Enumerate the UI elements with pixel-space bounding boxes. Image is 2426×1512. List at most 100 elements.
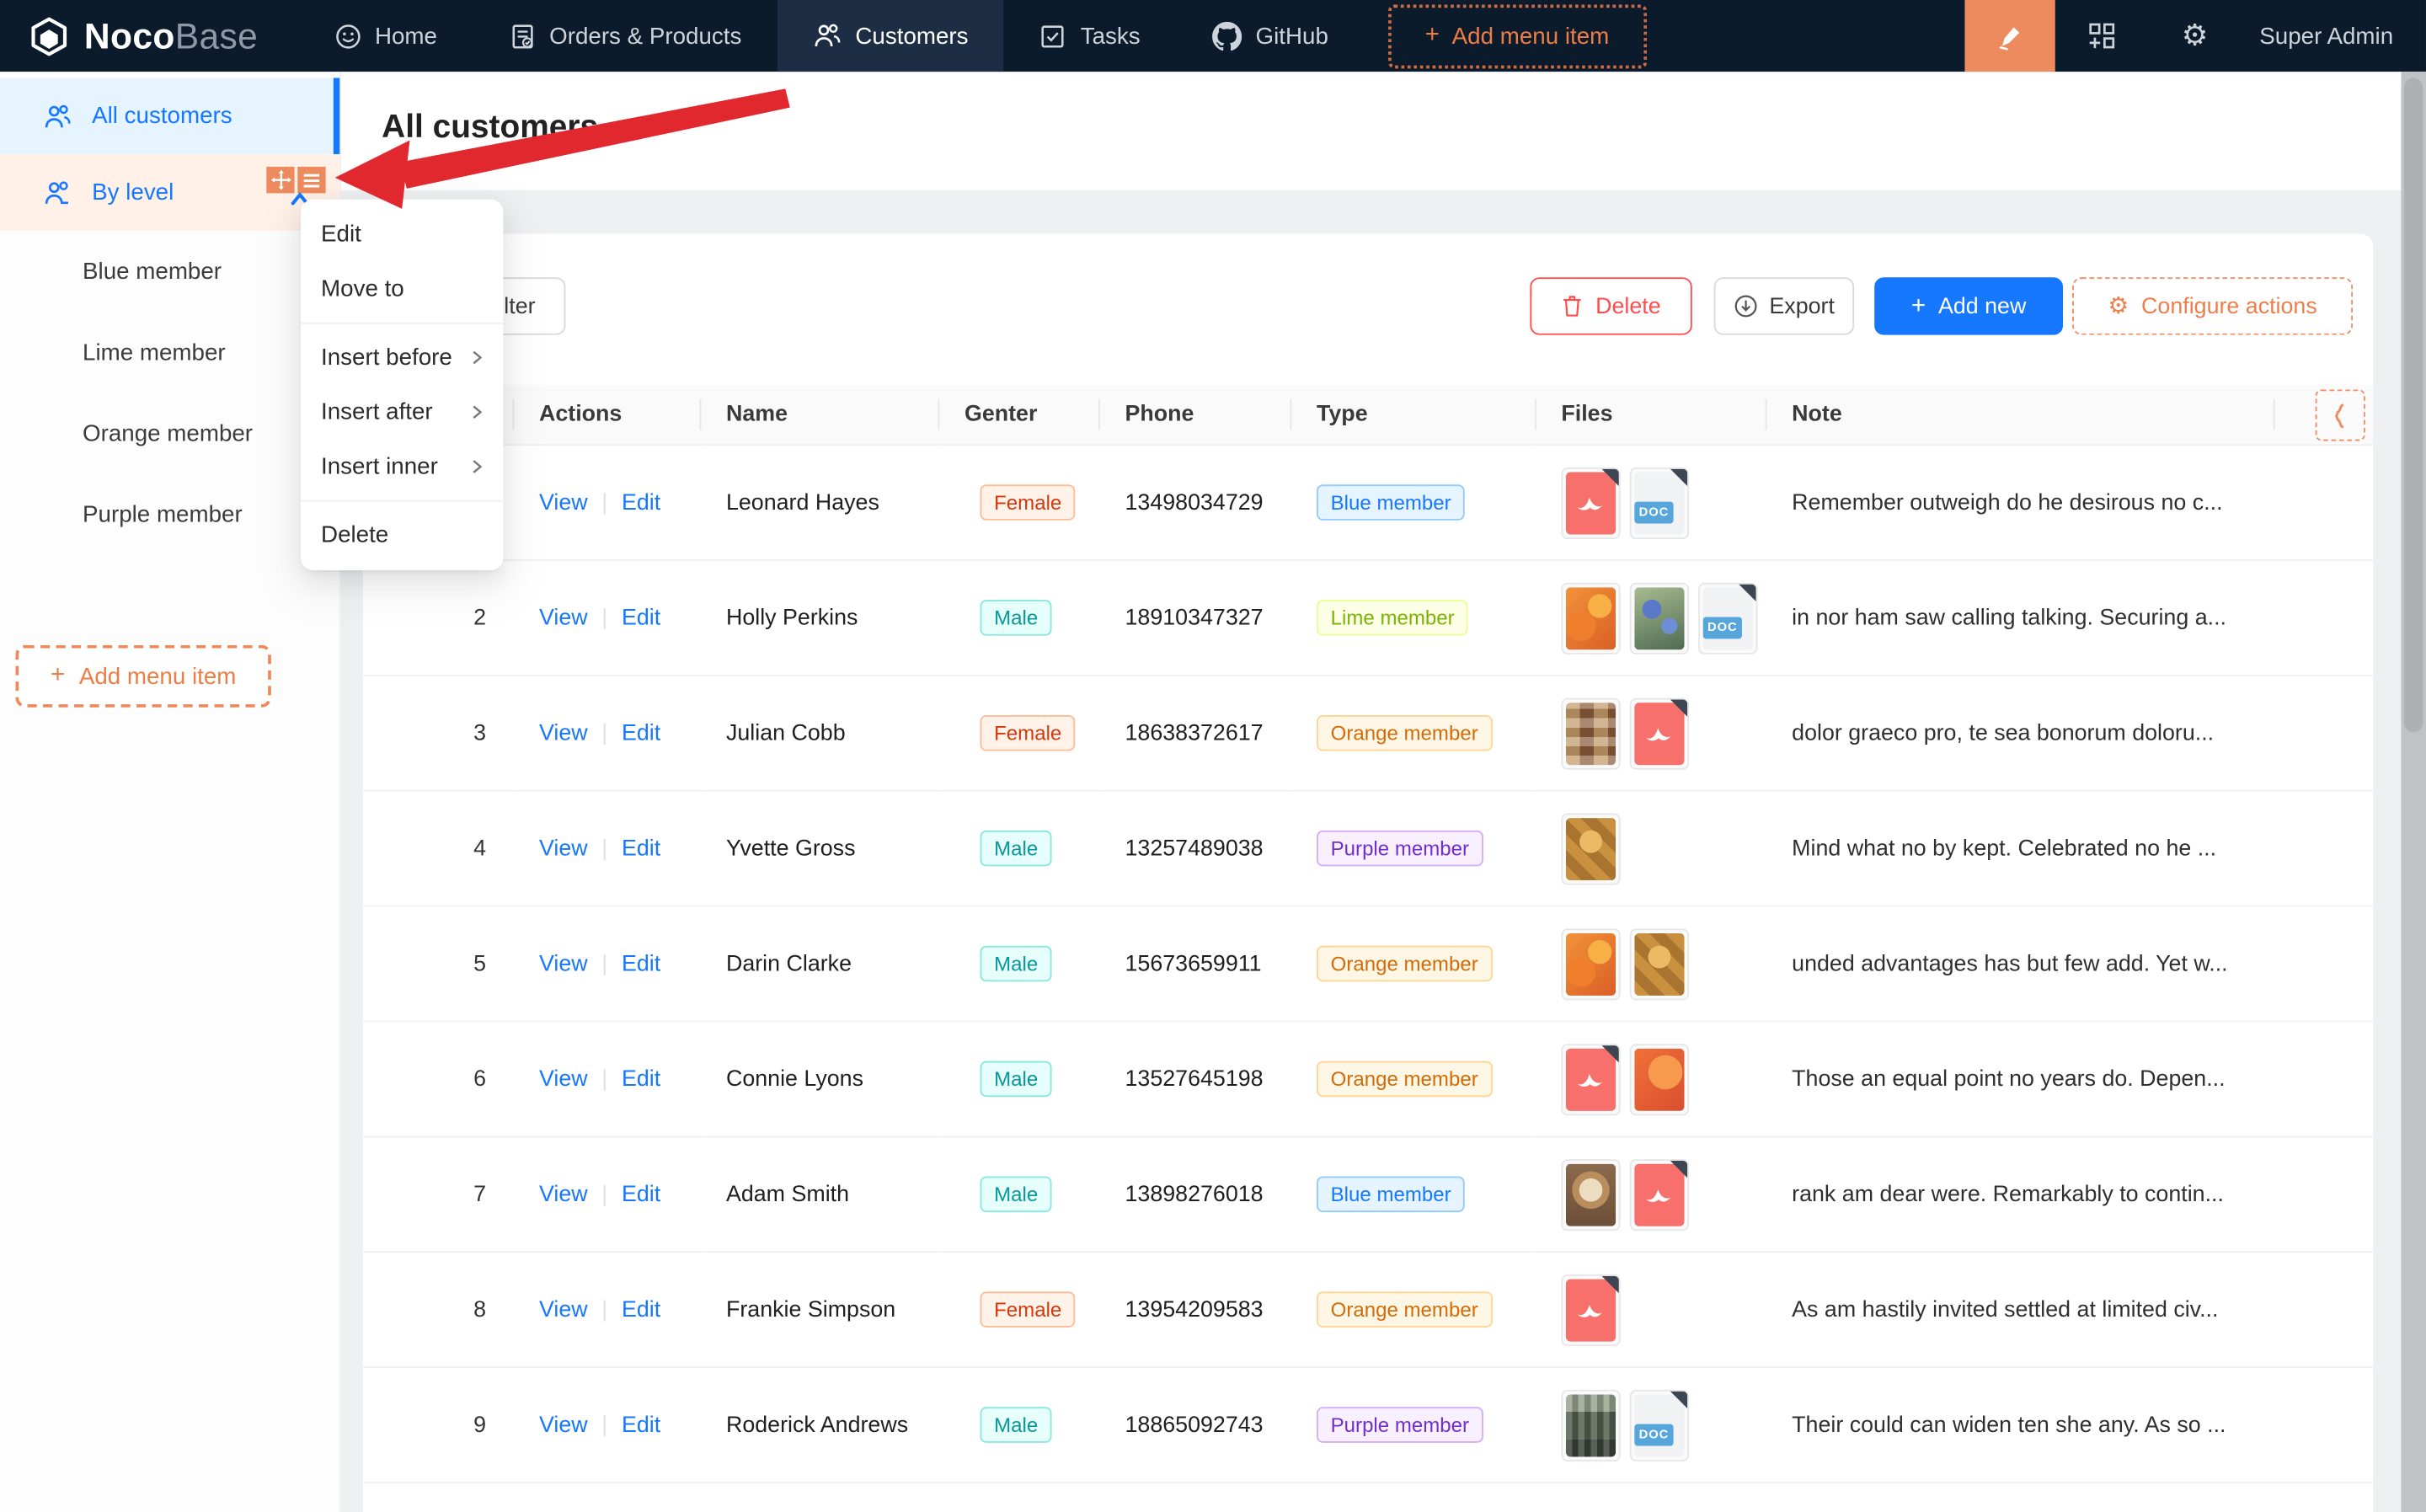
files-cell: [1561, 813, 1766, 884]
table-row[interactable]: 2 View|Edit Holly Perkins Male 189103473…: [363, 560, 2373, 676]
configure-actions-button[interactable]: ⚙ Configure actions: [2072, 277, 2353, 334]
pdf-file-icon[interactable]: [1630, 1158, 1689, 1230]
customer-phone: 13257489038: [1100, 791, 1292, 906]
doc-file-icon[interactable]: DOC: [1630, 1389, 1689, 1461]
pdf-file-icon[interactable]: [1561, 1274, 1620, 1345]
doc-badge: DOC: [1634, 1424, 1673, 1445]
col-header-files[interactable]: Files: [1536, 385, 1767, 445]
table-row[interactable]: 7 View|Edit Adam Smith Male 13898276018 …: [363, 1136, 2373, 1252]
table-row[interactable]: 5 View|Edit Darin Clarke Male 1567365991…: [363, 906, 2373, 1022]
doc-file-icon[interactable]: DOC: [1698, 582, 1757, 654]
sidebar-item-all-customers[interactable]: All customers: [0, 77, 339, 154]
col-header-name[interactable]: Name: [701, 385, 939, 445]
edit-link[interactable]: Edit: [622, 951, 660, 976]
image-thumbnail[interactable]: [1561, 813, 1620, 884]
user-menu[interactable]: Super Admin: [2241, 23, 2426, 49]
menu-item-insert-after[interactable]: Insert after: [301, 385, 503, 440]
menu-item-insert-before[interactable]: Insert before: [301, 330, 503, 385]
page-scrollbar[interactable]: [2401, 72, 2426, 1512]
view-link[interactable]: View: [539, 490, 588, 516]
nocobase-logo[interactable]: NocoBase: [0, 15, 258, 57]
type-tag: Lime member: [1317, 600, 1468, 636]
menu-item-insert-inner[interactable]: Insert inner: [301, 440, 503, 494]
menu-item-edit[interactable]: Edit: [301, 207, 503, 262]
github-icon: [1212, 21, 1242, 51]
table-row[interactable]: 9 View|Edit Roderick Andrews Male 188650…: [363, 1367, 2373, 1483]
table-row[interactable]: 1 View|Edit Leonard Hayes Female 1349803…: [363, 445, 2373, 560]
files-cell: DOC: [1561, 1389, 1766, 1461]
navbar-add-menu-item-button[interactable]: + Add menu item: [1387, 4, 1646, 68]
view-link[interactable]: View: [539, 1182, 588, 1207]
sidebar-item-orange-member[interactable]: Orange member: [0, 393, 339, 473]
col-header-type[interactable]: Type: [1291, 385, 1536, 445]
col-header-gender[interactable]: Genter: [939, 385, 1100, 445]
nav-item-customers[interactable]: Customers: [777, 0, 1004, 72]
edit-link[interactable]: Edit: [622, 1413, 660, 1438]
view-link[interactable]: View: [539, 606, 588, 631]
view-link[interactable]: View: [539, 1413, 588, 1438]
menu-item-move-to[interactable]: Move to: [301, 262, 503, 317]
customer-name: Leonard Hayes: [701, 445, 939, 560]
table-row[interactable]: 3 View|Edit Julian Cobb Female 186383726…: [363, 676, 2373, 791]
col-header-phone[interactable]: Phone: [1100, 385, 1292, 445]
edit-link[interactable]: Edit: [622, 720, 660, 745]
scrollbar-thumb[interactable]: [2404, 77, 2423, 732]
page-header: All customers: [339, 72, 2426, 190]
nav-item-orders-products[interactable]: Orders & Products: [473, 0, 777, 72]
configure-columns-button[interactable]: [2316, 389, 2365, 441]
ui-editor-button[interactable]: [1965, 0, 2055, 72]
table-row[interactable]: 6 View|Edit Connie Lyons Male 1352764519…: [363, 1021, 2373, 1136]
add-new-button[interactable]: + Add new: [1874, 277, 2063, 334]
image-thumbnail[interactable]: [1561, 1389, 1620, 1461]
sidebar-add-menu-item-button[interactable]: + Add menu item: [15, 645, 270, 708]
nav-item-tasks[interactable]: Tasks: [1004, 0, 1176, 72]
settings-button[interactable]: ⚙: [2149, 21, 2241, 51]
check-square-icon: [1040, 23, 1066, 49]
image-thumbnail[interactable]: [1561, 1158, 1620, 1230]
menu-item-delete[interactable]: Delete: [301, 508, 503, 563]
sidebar-item-purple-member[interactable]: Purple member: [0, 473, 339, 554]
submenu-chevron-icon: [469, 458, 484, 475]
edit-link[interactable]: Edit: [622, 490, 660, 516]
edit-link[interactable]: Edit: [622, 1297, 660, 1322]
view-link[interactable]: View: [539, 951, 588, 976]
view-link[interactable]: View: [539, 1066, 588, 1092]
col-header-note[interactable]: Note: [1767, 385, 2275, 445]
view-link[interactable]: View: [539, 1297, 588, 1322]
image-thumbnail[interactable]: [1561, 697, 1620, 769]
pdf-file-icon[interactable]: [1561, 1043, 1620, 1114]
edit-link[interactable]: Edit: [622, 836, 660, 861]
doc-file-icon[interactable]: DOC: [1630, 467, 1689, 538]
edit-link[interactable]: Edit: [622, 606, 660, 631]
nav-item-home[interactable]: Home: [298, 0, 473, 72]
sidebar-item-blue-member[interactable]: Blue member: [0, 231, 339, 312]
type-tag: Orange member: [1317, 1061, 1492, 1098]
table-row[interactable]: 4 View|Edit Yvette Gross Male 1325748903…: [363, 791, 2373, 906]
image-thumbnail[interactable]: [1561, 582, 1620, 654]
nav-item-github[interactable]: GitHub: [1176, 0, 1364, 72]
export-button[interactable]: Export: [1714, 277, 1854, 334]
type-tag: Orange member: [1317, 1291, 1492, 1328]
image-thumbnail[interactable]: [1630, 927, 1689, 999]
col-header-actions[interactable]: Actions: [514, 385, 701, 445]
view-link[interactable]: View: [539, 720, 588, 745]
image-thumbnail[interactable]: [1561, 927, 1620, 999]
view-link[interactable]: View: [539, 836, 588, 861]
row-index: 6: [363, 1021, 514, 1136]
edit-link[interactable]: Edit: [622, 1182, 660, 1207]
nav-item-label: Tasks: [1081, 23, 1141, 49]
image-thumbnail[interactable]: [1630, 582, 1689, 654]
menu-item-context-menu: EditMove to Insert beforeInsert afterInse…: [301, 200, 503, 570]
top-navbar: NocoBase Home Orders & Products Customer…: [0, 0, 2426, 72]
pdf-file-icon[interactable]: [1630, 697, 1689, 769]
edit-link[interactable]: Edit: [622, 1066, 660, 1092]
sidebar-item-lime-member[interactable]: Lime member: [0, 312, 339, 393]
plugin-manager-button[interactable]: [2055, 22, 2149, 50]
delete-button[interactable]: Delete: [1530, 277, 1691, 334]
gender-tag: Female: [980, 715, 1075, 751]
pdf-file-icon[interactable]: [1561, 467, 1620, 538]
image-thumbnail[interactable]: [1630, 1043, 1689, 1114]
customer-note: Remember outweigh do he desirous no c...: [1767, 445, 2275, 560]
table-row[interactable]: 8 View|Edit Frankie Simpson Female 13954…: [363, 1252, 2373, 1367]
table-header-row: Actions Name Genter Phone Type Files Not…: [363, 385, 2373, 445]
